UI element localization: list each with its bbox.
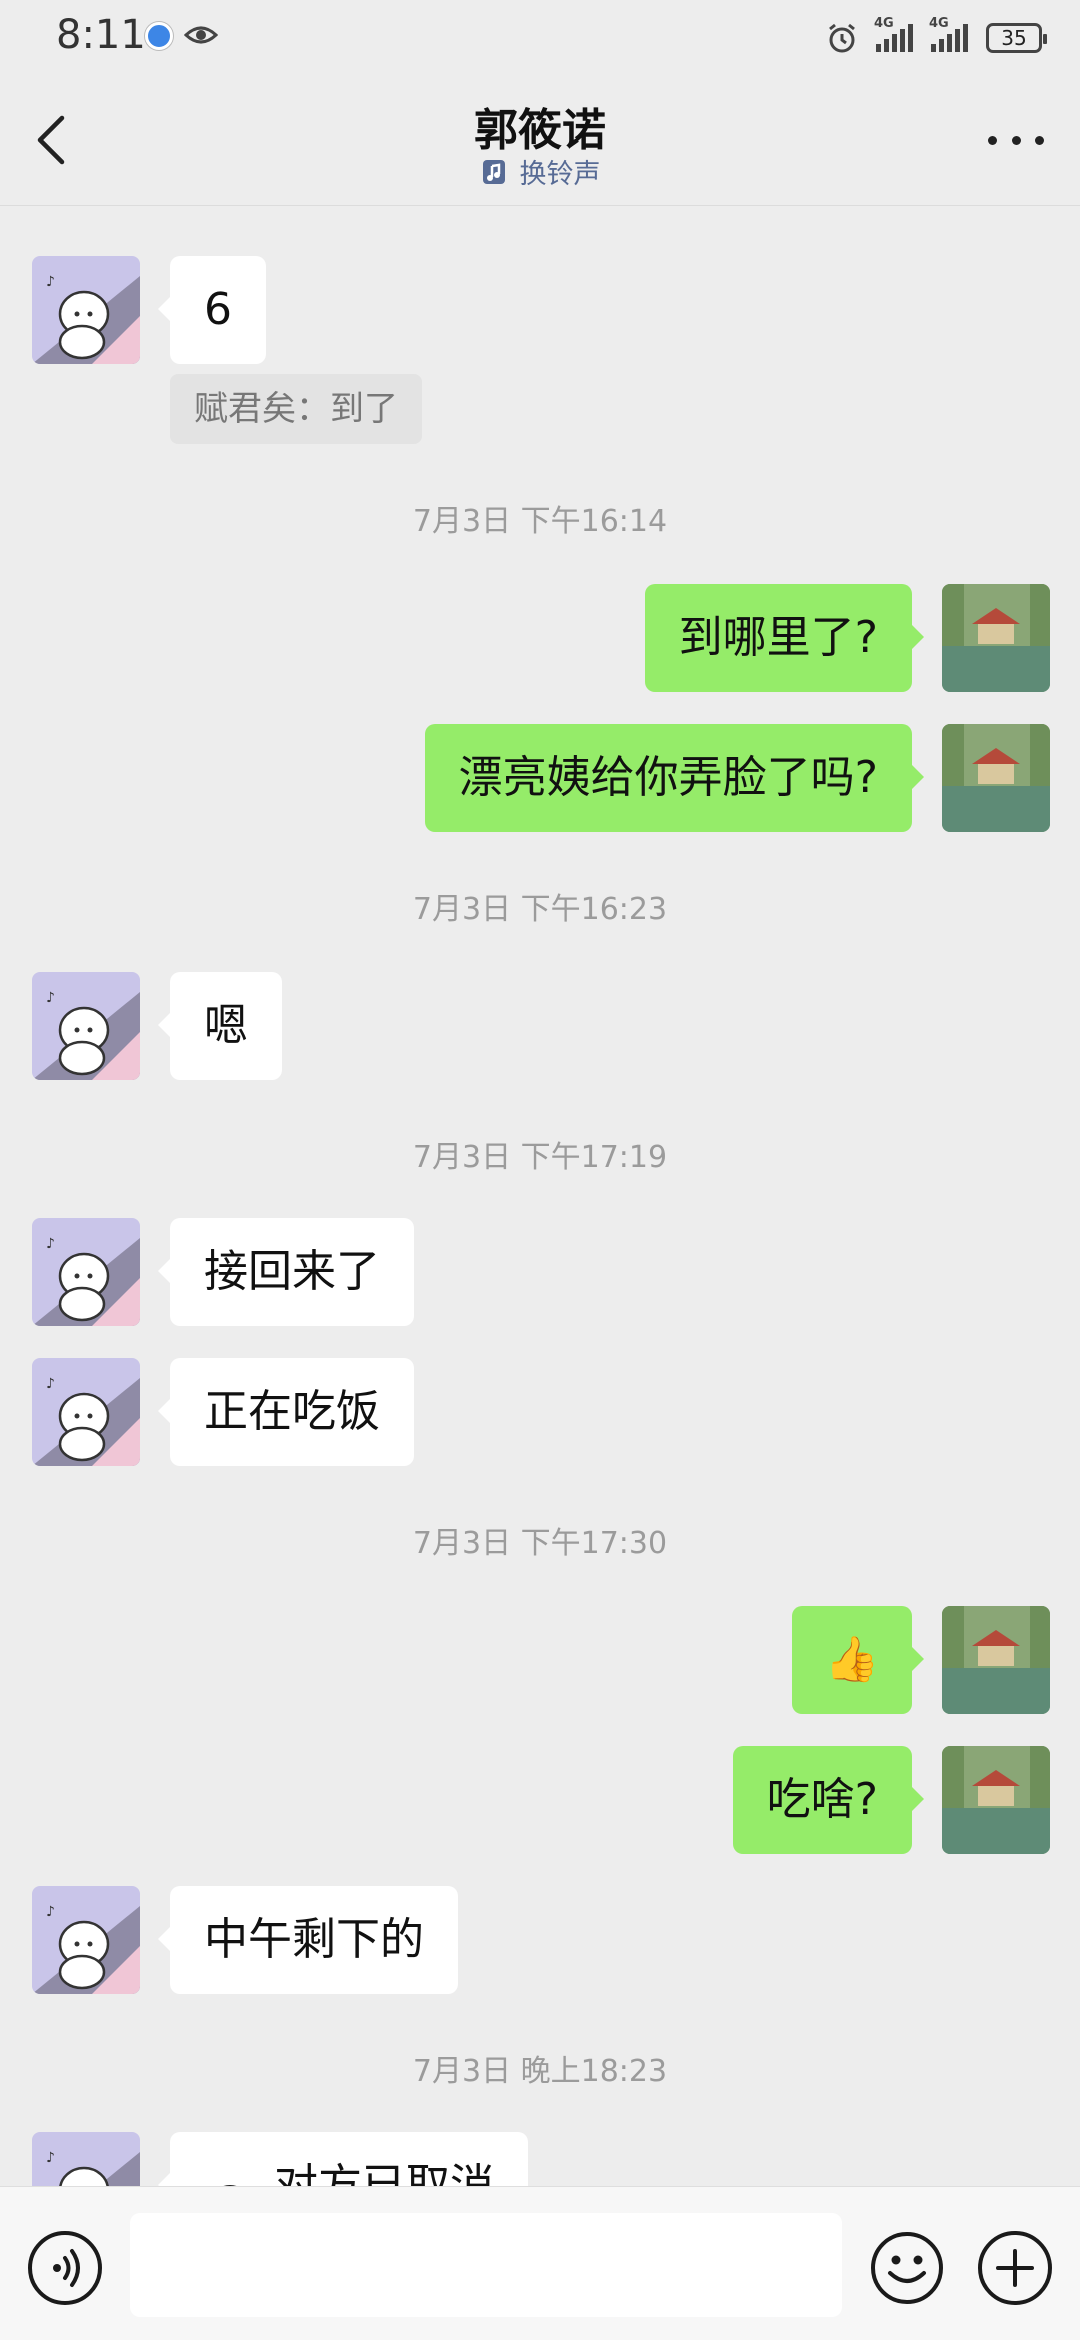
timestamp: 7月3日 下午16:23 [412, 892, 668, 927]
contact-avatar[interactable]: ♪ [32, 1886, 140, 1994]
more-options-icon[interactable] [988, 128, 1044, 152]
voice-call-icon [224, 2185, 236, 2186]
contact-avatar[interactable]: ♪ [32, 972, 140, 1080]
message-bubble[interactable]: 6 [158, 256, 266, 364]
message-row: ♪ 6 [0, 256, 1080, 364]
chat-title[interactable]: 郭筱诺 [0, 94, 1080, 158]
contact-avatar[interactable]: ♪ [32, 1218, 140, 1326]
message-row: ♪ 正在吃饭 [0, 1358, 1080, 1466]
chat-header: 郭筱诺 换铃声 [0, 76, 1080, 206]
message-row: ♪ 中午剩下的 [0, 1886, 1080, 1994]
message-bubble[interactable]: 吃啥? [732, 1746, 925, 1854]
contact-avatar[interactable]: ♪ [32, 2132, 140, 2186]
message-bubble[interactable]: 嗯 [158, 972, 282, 1080]
contact-avatar[interactable]: ♪ [32, 256, 140, 364]
status-bar: 8:11 4G 4G 35 [0, 0, 1080, 76]
subtitle-label: 换铃声 [519, 159, 601, 190]
message-row: ♪ 对方已取消 [0, 2132, 1080, 2186]
input-bar [0, 2186, 1080, 2340]
message-row: 漂亮姨给你弄脸了吗? [0, 724, 1080, 832]
svg-text:♪: ♪ [46, 1904, 55, 1920]
my-avatar[interactable] [942, 1746, 1050, 1854]
timestamp: 7月3日 下午17:30 [412, 1526, 668, 1561]
change-ringtone-link[interactable]: 换铃声 [0, 152, 1080, 191]
battery-icon: 35 [986, 23, 1047, 53]
message-list[interactable]: ♪ 6 赋君矣：到了 7月3日 下午16:14 到哪里了? 漂亮姨给你弄脸了吗? [0, 206, 1080, 2186]
timestamp: 7月3日 晚上18:23 [412, 2054, 668, 2089]
alarm-icon [829, 23, 855, 53]
my-avatar[interactable] [942, 724, 1050, 832]
network-type-label: 4G [929, 16, 949, 31]
emoji-message-bubble[interactable]: 👍 [792, 1606, 924, 1714]
my-avatar[interactable] [942, 584, 1050, 692]
svg-text:♪: ♪ [46, 1236, 55, 1252]
call-status-text: 对方已取消 [274, 2160, 494, 2186]
message-bubble[interactable]: 漂亮姨给你弄脸了吗? [424, 724, 925, 832]
message-row: ♪ 接回来了 [0, 1218, 1080, 1326]
signal-icon: 4G [929, 16, 968, 52]
svg-text:♪: ♪ [46, 1376, 55, 1392]
timestamp: 7月3日 下午17:19 [412, 1140, 668, 1175]
message-bubble[interactable]: 正在吃饭 [158, 1358, 414, 1466]
message-input[interactable] [130, 2213, 842, 2317]
status-time: 8:11 [56, 12, 146, 58]
my-avatar[interactable] [942, 1606, 1050, 1714]
svg-text:♪: ♪ [46, 274, 55, 290]
emoji-icon[interactable] [870, 2231, 944, 2305]
voice-icon[interactable] [28, 2231, 102, 2305]
message-row: 吃啥? [0, 1746, 1080, 1854]
timestamp: 7月3日 下午16:14 [412, 504, 668, 539]
signal-icon: 4G [874, 16, 913, 52]
plus-icon[interactable] [978, 2231, 1052, 2305]
message-bubble[interactable]: 接回来了 [158, 1218, 414, 1326]
message-row: 到哪里了? [0, 584, 1080, 692]
contact-avatar[interactable]: ♪ [32, 1358, 140, 1466]
message-bubble[interactable]: 到哪里了? [644, 584, 925, 692]
eye-icon [184, 26, 218, 44]
svg-text:♪: ♪ [46, 2150, 55, 2166]
network-type-label: 4G [874, 16, 894, 31]
quoted-reply[interactable]: 赋君矣：到了 [170, 374, 422, 444]
message-row: ♪ 嗯 [0, 972, 1080, 1080]
message-bubble[interactable]: 中午剩下的 [158, 1886, 458, 1994]
music-note-icon [482, 159, 505, 184]
message-row: 👍 [0, 1606, 1080, 1714]
call-cancelled-bubble[interactable]: 对方已取消 [158, 2132, 528, 2186]
browser-notification-icon [145, 22, 173, 50]
svg-text:♪: ♪ [46, 990, 55, 1006]
